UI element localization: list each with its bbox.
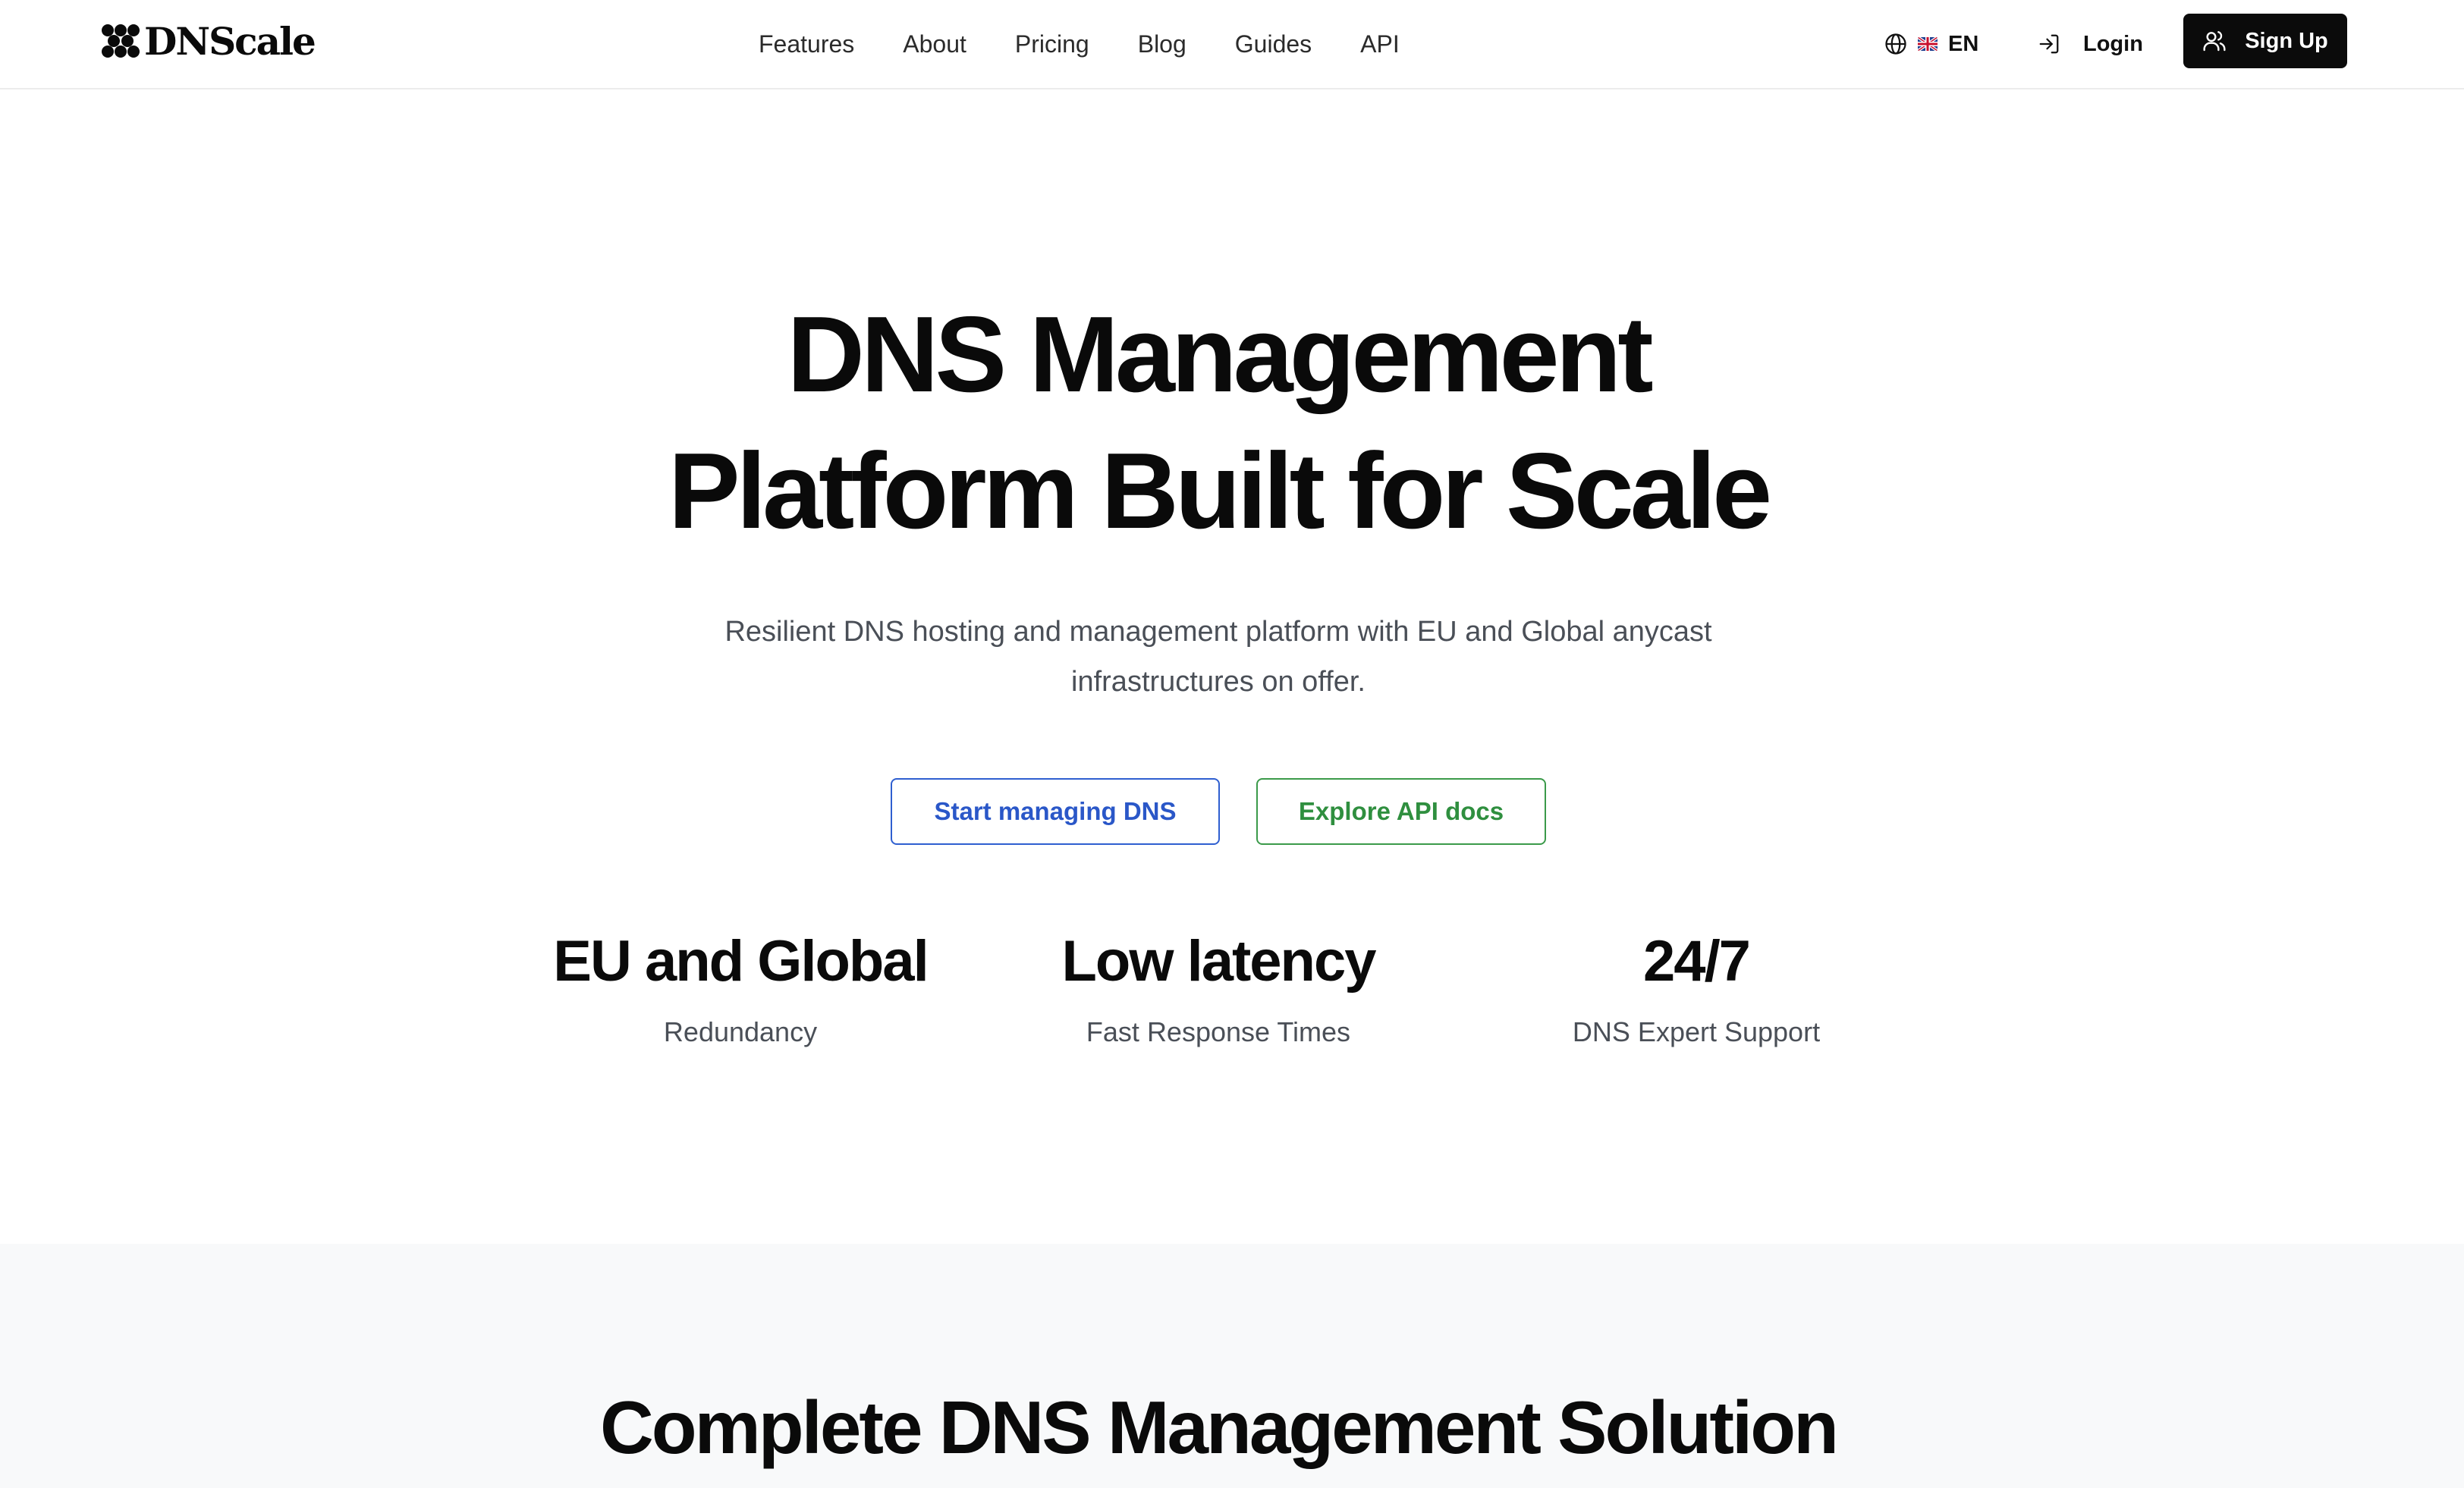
section-title: Complete DNS Management Solution (599, 1386, 1839, 1469)
stat-label: Fast Response Times (1086, 1016, 1351, 1047)
dnscale-logo-icon (102, 24, 140, 58)
nav-guides[interactable]: Guides (1235, 30, 1312, 58)
hero-title: DNS Management Platform Built for Scale (0, 287, 2437, 560)
stat-value: EU and Global (553, 929, 929, 994)
login-label: Login (2083, 31, 2143, 56)
stat-redundancy: EU and Global Redundancy (505, 925, 976, 1051)
users-icon (2203, 31, 2226, 52)
brand-logo[interactable]: DNScale (100, 18, 316, 64)
stat-value: 24/7 (1643, 929, 1751, 994)
signup-button[interactable]: Sign Up (2183, 14, 2347, 68)
nav-features[interactable]: Features (759, 30, 854, 58)
stat-label: Redundancy (663, 1016, 818, 1047)
site-header: DNScale Features About Pricing Blog Guid… (0, 0, 2464, 89)
hero-title-line-1: DNS Management (787, 294, 1653, 415)
nav-pricing[interactable]: Pricing (1015, 30, 1089, 58)
signup-label: Sign Up (2245, 28, 2328, 53)
login-icon (2039, 34, 2059, 54)
stat-label: DNS Expert Support (1572, 1016, 1821, 1047)
nav-api[interactable]: API (1360, 30, 1400, 58)
globe-icon (1885, 33, 1906, 55)
stat-latency: Low latency Fast Response Times (983, 925, 1454, 1051)
hero-subtitle-line-1: Resilient DNS hosting and management pla… (724, 616, 1712, 648)
language-code: EN (1948, 31, 1979, 56)
nav-blog[interactable]: Blog (1138, 30, 1186, 58)
language-selector[interactable]: EN (1884, 24, 1978, 64)
hero-subtitle-line-2: infrastructures on offer. (1071, 666, 1366, 698)
brand-name: DNScale (144, 18, 316, 64)
stat-value: Low latency (1061, 929, 1377, 994)
nav-about[interactable]: About (903, 30, 966, 58)
hero-title-line-2: Platform Built for Scale (668, 431, 1772, 551)
login-button[interactable]: Login (2038, 24, 2143, 64)
main-nav: Features About Pricing Blog Guides API (759, 23, 1400, 65)
explore-api-docs-button[interactable]: Explore API docs (1256, 778, 1546, 845)
start-managing-dns-button[interactable]: Start managing DNS (891, 778, 1220, 845)
uk-flag-icon (1918, 37, 1938, 51)
stat-support: 24/7 DNS Expert Support (1461, 925, 1931, 1051)
hero-subtitle: Resilient DNS hosting and management pla… (683, 607, 1754, 707)
